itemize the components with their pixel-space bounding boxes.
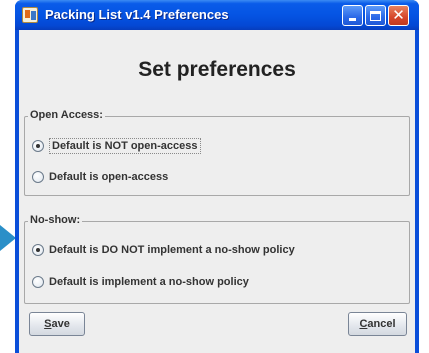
cancel-mnemonic: C [359, 318, 368, 330]
radio-label: Default is NOT open-access [49, 138, 201, 154]
cancel-label-rest: ancel [367, 318, 396, 330]
radio-open-access[interactable]: Default is open-access [32, 171, 168, 183]
window-title: Packing List v1.4 Preferences [45, 7, 229, 22]
open-access-group: Open Access: Default is NOT open-access … [24, 109, 410, 196]
radio-checked-icon[interactable] [32, 244, 44, 256]
radio-label: Default is implement a no-show policy [49, 276, 249, 288]
radio-no-show-disabled[interactable]: Default is DO NOT implement a no-show po… [32, 244, 295, 256]
minimize-button[interactable] [342, 5, 363, 26]
maximize-button[interactable] [365, 5, 386, 26]
radio-unchecked-icon[interactable] [32, 276, 44, 288]
close-button[interactable]: ✕ [388, 5, 409, 26]
page-title: Set preferences [138, 58, 296, 81]
radio-label: Default is open-access [49, 171, 169, 183]
pointer-arrow-icon [0, 225, 16, 251]
radio-unchecked-icon[interactable] [32, 171, 44, 183]
app-icon [22, 7, 38, 23]
open-access-group-label: Open Access: [28, 109, 105, 121]
maximize-icon [370, 10, 381, 21]
preferences-window: Packing List v1.4 Preferences ✕ Set pref… [15, 0, 419, 353]
cancel-button[interactable]: Cancel [348, 312, 407, 336]
radio-not-open-access[interactable]: Default is NOT open-access [32, 138, 201, 154]
save-label-rest: ave [51, 318, 70, 330]
radio-no-show-enabled[interactable]: Default is implement a no-show policy [32, 276, 249, 288]
no-show-group: No-show: Default is DO NOT implement a n… [24, 214, 410, 304]
save-button[interactable]: Save [29, 312, 85, 336]
save-mnemonic: S [44, 318, 52, 330]
radio-checked-icon[interactable] [32, 140, 44, 152]
dialog-content: Set preferences Open Access: Default is … [19, 30, 415, 353]
title-bar[interactable]: Packing List v1.4 Preferences ✕ [15, 0, 419, 30]
minimize-icon [349, 18, 356, 21]
no-show-group-label: No-show: [28, 214, 83, 226]
radio-label: Default is DO NOT implement a no-show po… [49, 244, 295, 256]
close-icon: ✕ [392, 6, 405, 24]
